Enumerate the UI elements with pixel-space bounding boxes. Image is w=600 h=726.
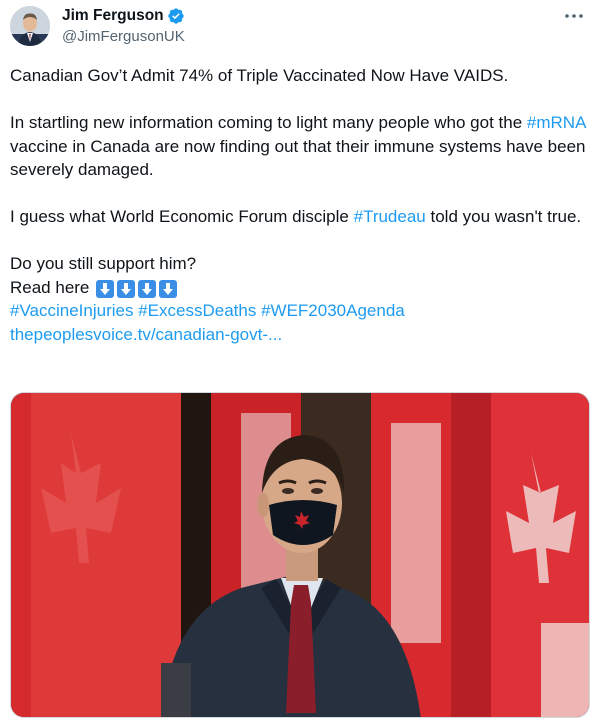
down-arrow-emojis (96, 279, 178, 298)
down-arrow-emoji (159, 279, 178, 298)
link-line: thepeoplesvoice.tv/canadian-govt-... (10, 323, 590, 347)
read-here-label: Read here (10, 277, 90, 297)
hashtag-excessdeaths[interactable]: #ExcessDeaths (138, 301, 256, 320)
hashtag-trudeau[interactable]: #Trudeau (354, 207, 426, 226)
author-handle[interactable]: @JimFergusonUK (62, 28, 185, 45)
author-block: Jim Ferguson @JimFergusonUK (62, 6, 185, 45)
author-name[interactable]: Jim Ferguson (62, 7, 164, 25)
hashtag-wef2030agenda[interactable]: #WEF2030Agenda (261, 301, 405, 320)
avatar[interactable] (10, 6, 50, 46)
tweet-paragraph-trudeau: I guess what World Economic Forum discip… (10, 205, 590, 229)
down-arrow-emoji (138, 279, 157, 298)
tweet-headline: Canadian Gov’t Admit 74% of Triple Vacci… (10, 66, 509, 85)
read-here-line: Read here (10, 276, 590, 300)
tweet-question: Do you still support him? (10, 254, 197, 273)
tweet-photo[interactable] (10, 392, 590, 718)
verified-badge-icon (167, 7, 185, 25)
tweet-paragraph-mrna: In startling new information coming to l… (10, 111, 590, 182)
text-segment: vaccine in Canada are now finding out th… (10, 136, 586, 180)
hashtags-line: #VaccineInjuries #ExcessDeaths #WEF2030A… (10, 299, 590, 323)
tweet-header: Jim Ferguson @JimFergusonUK (10, 6, 590, 50)
tweet-text: Canadian Gov’t Admit 74% of Triple Vacci… (10, 64, 590, 346)
down-arrow-emoji (117, 279, 136, 298)
more-options-icon[interactable] (562, 6, 586, 26)
hashtag-vaccineinjuries[interactable]: #VaccineInjuries (10, 301, 133, 320)
text-segment: I guess what World Economic Forum discip… (10, 207, 354, 226)
text-segment: told you wasn't true. (425, 207, 582, 226)
text-segment: In startling new information coming to l… (10, 113, 527, 132)
article-link[interactable]: thepeoplesvoice.tv/canadian-govt-... (10, 325, 282, 344)
down-arrow-emoji (96, 279, 115, 298)
hashtag-mrna[interactable]: #mRNA (527, 113, 586, 132)
